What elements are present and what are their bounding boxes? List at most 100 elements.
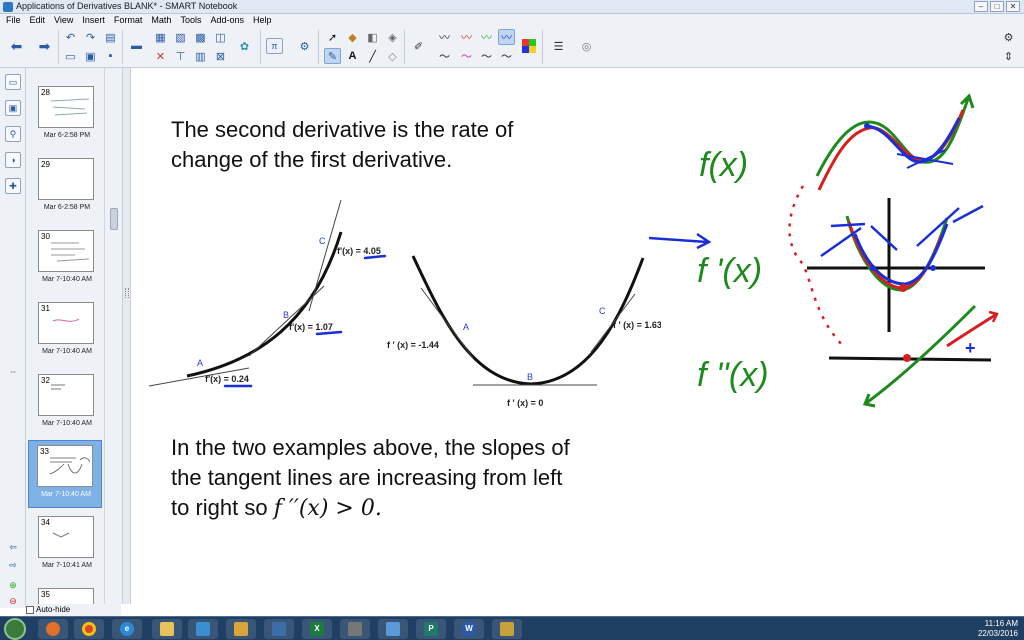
auto-hide-checkbox[interactable]: [26, 606, 34, 614]
firefox-app-icon[interactable]: [38, 619, 68, 639]
page-thumbnail-34[interactable]: 34 Mar 7-10:41 AM: [30, 512, 102, 580]
notebook-app-icon[interactable]: [226, 619, 256, 639]
chrome-app-icon[interactable]: [74, 619, 104, 639]
sidebar-right-icon[interactable]: ⇨: [5, 558, 21, 574]
properties-tab-icon[interactable]: ◑: [5, 152, 21, 168]
menu-math[interactable]: Math: [151, 14, 171, 26]
insert-widget-icon[interactable]: ⚙: [296, 38, 313, 54]
delete-icon[interactable]: ✕: [152, 48, 169, 64]
menu-format[interactable]: Format: [114, 14, 143, 26]
page-thumbnail-33-active[interactable]: 33 Mar 7-10:40 AM: [28, 440, 102, 508]
excel-app-icon[interactable]: X: [302, 619, 332, 639]
pen-multi-icon[interactable]: ✎: [324, 48, 341, 64]
pen-style-highlighter-icon[interactable]: 〜: [498, 48, 515, 64]
add-page-icon[interactable]: ▭: [62, 48, 79, 64]
heading-line-1: The second derivative is the rate of: [171, 117, 514, 142]
pen-style-red-icon[interactable]: 〰: [458, 29, 475, 45]
back-arrow-icon[interactable]: ⬅: [8, 38, 25, 54]
menu-help[interactable]: Help: [253, 14, 272, 26]
sidebar-splitter[interactable]: [122, 68, 131, 604]
ink-zero-point: [903, 354, 911, 362]
gallery-tab-icon[interactable]: ▣: [5, 100, 21, 116]
shapes-icon[interactable]: ◈: [384, 29, 401, 45]
properties-icon[interactable]: ☰: [550, 38, 567, 54]
close-box-icon[interactable]: ⊠: [212, 48, 229, 64]
slope-label-b: f'(x) = 1.07: [289, 322, 333, 332]
sidebar-left-icon[interactable]: ⇦: [5, 540, 21, 556]
delete-page-icon[interactable]: ▣: [82, 48, 99, 64]
publisher-app-icon[interactable]: P: [416, 619, 446, 639]
menu-addons[interactable]: Add-ons: [210, 14, 244, 26]
forward-arrow-icon[interactable]: ➡: [36, 38, 53, 54]
smart-ink-app-icon[interactable]: [492, 619, 522, 639]
scrollbar-thumb[interactable]: [110, 208, 118, 230]
paste-icon[interactable]: ▦: [152, 29, 169, 45]
page-thumbnail-29[interactable]: 29 Mar 6-2:58 PM: [30, 154, 102, 222]
pen-tool-icon[interactable]: ✐: [410, 38, 427, 54]
page-thumbnail-31[interactable]: 31 Mar 7-10:40 AM: [30, 298, 102, 366]
magic-pen-icon[interactable]: ◇: [384, 48, 401, 64]
move-toolbar-icon[interactable]: ⇕: [1000, 48, 1017, 64]
start-button[interactable]: [4, 618, 26, 640]
full-screen-icon[interactable]: ⊤: [172, 48, 189, 64]
page-sorter-scrollbar[interactable]: [104, 68, 122, 604]
slope-label-a: f ' (x) = -1.44: [387, 340, 439, 350]
minimize-button[interactable]: –: [974, 1, 988, 12]
gallery-icon[interactable]: ✿: [236, 38, 253, 54]
file-explorer-app-icon[interactable]: [152, 619, 182, 639]
text-tool-icon[interactable]: A: [344, 48, 361, 64]
undo-icon[interactable]: ↶: [62, 29, 79, 45]
menu-tools[interactable]: Tools: [180, 14, 201, 26]
menu-view[interactable]: View: [54, 14, 73, 26]
eraser-icon[interactable]: ◧: [364, 29, 381, 45]
save-icon[interactable]: ▪: [102, 48, 119, 64]
fill-settings-icon[interactable]: ◎: [578, 38, 595, 54]
pen-style-blue-icon[interactable]: 〰: [498, 29, 515, 45]
auto-hide-toggle[interactable]: Auto-hide: [26, 604, 121, 616]
addons-tab-icon[interactable]: ✚: [5, 178, 21, 194]
pen-style-pink-icon[interactable]: 〜: [458, 48, 475, 64]
calendar-icon[interactable]: ▥: [192, 48, 209, 64]
pen-style-green-icon[interactable]: 〰: [478, 29, 495, 45]
print-icon[interactable]: ▧: [172, 29, 189, 45]
open-icon[interactable]: ▤: [102, 29, 119, 45]
pen-style-black-icon[interactable]: 〰: [436, 29, 453, 45]
word-app-icon[interactable]: W: [454, 619, 484, 639]
page-thumbnail-35[interactable]: 35: [30, 584, 102, 604]
pen-style-dark-icon[interactable]: 〜: [478, 48, 495, 64]
page-sorter-tab-icon[interactable]: ▭: [5, 74, 21, 90]
splitter-grip-icon[interactable]: [125, 288, 129, 298]
delete-page-side-icon[interactable]: ⊖: [5, 594, 21, 610]
color-palette-icon[interactable]: [520, 38, 537, 54]
smart-tools-app-icon[interactable]: [188, 619, 218, 639]
math-tools-icon[interactable]: π: [266, 38, 283, 54]
fill-icon[interactable]: ◆: [344, 29, 361, 45]
close-button[interactable]: ✕: [1006, 1, 1020, 12]
internet-explorer-app-icon[interactable]: e: [112, 619, 142, 639]
pen-style-thin-icon[interactable]: 〜: [436, 48, 453, 64]
media-app-icon[interactable]: [264, 619, 294, 639]
expand-sidebar-icon[interactable]: ⇔: [5, 364, 21, 380]
thumbnail-preview: 35: [38, 588, 94, 604]
maximize-button[interactable]: □: [990, 1, 1004, 12]
notebook-canvas[interactable]: The second derivative is the rate of cha…: [131, 68, 1024, 604]
table-icon[interactable]: ▩: [192, 29, 209, 45]
menu-insert[interactable]: Insert: [82, 14, 105, 26]
page-thumbnail-30[interactable]: 30 Mar 7-10:40 AM: [30, 226, 102, 294]
page-thumbnail-28[interactable]: 28 Mar 6-2:58 PM: [30, 82, 102, 150]
redo-icon[interactable]: ↷: [82, 29, 99, 45]
attachments-tab-icon[interactable]: ⚲: [5, 126, 21, 142]
screen-shade-icon[interactable]: ▬: [128, 38, 145, 54]
capture-icon[interactable]: ◫: [212, 29, 229, 45]
notepad-app-icon[interactable]: [378, 619, 408, 639]
files-app-icon[interactable]: [340, 619, 370, 639]
menu-edit[interactable]: Edit: [30, 14, 46, 26]
select-arrow-icon[interactable]: ➚: [324, 29, 341, 45]
toolbar-separator: [542, 30, 543, 64]
line-tool-icon[interactable]: ╱: [364, 48, 381, 64]
menu-file[interactable]: File: [6, 14, 21, 26]
add-page-side-icon[interactable]: ⊕: [5, 578, 21, 594]
system-tray[interactable]: 11:16 AM 22/03/2016: [978, 619, 1018, 639]
settings-gear-icon[interactable]: ⚙: [1000, 29, 1017, 45]
page-thumbnail-32[interactable]: 32 Mar 7-10:40 AM: [30, 370, 102, 438]
